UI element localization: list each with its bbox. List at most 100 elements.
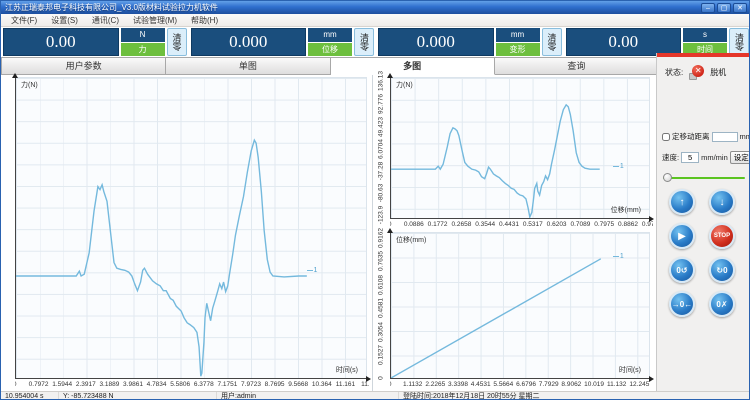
x-axis-label: 时间(s): [336, 365, 358, 375]
x-tick-label: 0.8862: [618, 221, 638, 228]
speed-input[interactable]: [681, 152, 699, 163]
maximize-button[interactable]: ▢: [717, 3, 731, 13]
x-tick-label: 10.364: [312, 381, 332, 388]
speed-unit: mm/min: [701, 153, 728, 162]
status-bar-item: 登陆时间:2018年12月18日 20时55分 星期二: [399, 392, 750, 400]
menu-item[interactable]: 帮助(H): [184, 15, 225, 26]
start-button[interactable]: ▶: [669, 223, 695, 249]
slider-track[interactable]: [663, 177, 745, 179]
fixed-distance-unit: mm: [740, 132, 750, 141]
x-axis-ticks: 00.08860.17720.26580.35440.44310.53170.6…: [390, 221, 653, 231]
force-display-group: 0.00 N 力 清零: [3, 28, 187, 56]
y-tick-label: 0.3054: [378, 322, 385, 342]
window-title: 江苏正瑞泰邦电子科技有限公司_V3.0版材料试验拉力机软件: [5, 2, 218, 13]
deformation-value: 0.000: [378, 28, 494, 56]
y-axis-ticks: 0.91620.76350.61080.45810.30540.15270: [373, 232, 389, 379]
status-bar-item: 10.954004 s: [1, 392, 59, 400]
status-label: 状态:: [665, 67, 683, 78]
x-tick-label: 6.3778: [194, 381, 214, 388]
window-titlebar[interactable]: 江苏正瑞泰邦电子科技有限公司_V3.0版材料试验拉力机软件 –▢✕: [1, 1, 750, 14]
y-tick-label: 0.7635: [378, 251, 385, 271]
fixed-distance-checkbox[interactable]: [662, 133, 670, 141]
speed-row: 速度: mm/min 设定: [662, 151, 750, 164]
x-tick-label: 2.3917: [76, 381, 96, 388]
force-clear-button[interactable]: 清零: [167, 28, 187, 56]
x-axis-label: 位移(mm): [611, 205, 641, 215]
tab-查询[interactable]: 查询: [495, 57, 659, 75]
x-tick-label: 0.6203: [547, 221, 567, 228]
fixed-distance-row: 定移动距离 mm: [662, 131, 750, 142]
x-tick-label: 8.7695: [265, 381, 285, 388]
displacement-unit: mm: [308, 28, 352, 42]
fixed-distance-label: 定移动距离: [672, 131, 710, 142]
y-tick-label: -37.28: [378, 162, 385, 180]
x-tick-label: 0.4431: [499, 221, 519, 228]
deformation-label: 变形: [496, 43, 540, 57]
x-tick-label: 0.5317: [523, 221, 543, 228]
force-value: 0.00: [3, 28, 119, 56]
speed-slider[interactable]: [663, 173, 745, 183]
x-tick-label: 3.3398: [448, 381, 468, 388]
fixed-distance-input[interactable]: [712, 132, 738, 142]
x-tick-label: 12.245: [629, 381, 649, 388]
y-tick-label: -123.9: [378, 206, 385, 224]
tab-bar: 用户参数单图多图查询: [1, 57, 659, 75]
close-button[interactable]: ✕: [733, 3, 747, 13]
y-tick-label: 0.6108: [378, 275, 385, 295]
zero-position-button[interactable]: →0←: [669, 291, 695, 317]
force-time-plot: 力(N) 时间(s) 1: [15, 77, 367, 379]
clear-calib-button[interactable]: 0✗: [709, 291, 735, 317]
status-bar: 10.954004 sY: -85.723488 N用户:admin登陆时间:2…: [1, 391, 750, 400]
x-tick-label: 0.7975: [594, 221, 614, 228]
x-tick-label: 1.5944: [52, 381, 72, 388]
jog-up-button[interactable]: ↑: [669, 189, 695, 215]
window-controls: –▢✕: [701, 3, 747, 13]
force-displacement-plot: 力(N) 位移(mm) 1: [390, 77, 650, 219]
connection-status-row: 状态: ✕ 脱机: [665, 65, 726, 80]
y-tick-label: -80.63: [378, 184, 385, 202]
time-unit: s: [683, 28, 727, 42]
y-tick-label: 6.0704: [378, 139, 385, 159]
time-clear-button[interactable]: 清零: [729, 28, 749, 56]
slider-thumb[interactable]: [663, 173, 672, 182]
x-tick-label: 11.161: [336, 381, 355, 388]
jog-down-button[interactable]: ↓: [709, 189, 735, 215]
curve-svg: [16, 78, 366, 378]
panel-accent-bar: [657, 53, 750, 57]
menu-item[interactable]: 通讯(C): [85, 15, 126, 26]
x-tick-label: 5.5664: [493, 381, 513, 388]
series-legend: 1: [307, 267, 318, 274]
y-tick-label: 0.1527: [378, 346, 385, 366]
x-tick-label: 4.7834: [147, 381, 167, 388]
x-tick-label: 0: [390, 221, 391, 228]
menu-bar: 文件(F)设置(S)通讯(C)试验管理(M)帮助(H): [1, 14, 750, 27]
tab-用户参数[interactable]: 用户参数: [1, 57, 166, 75]
set-speed-button[interactable]: 设定: [730, 151, 750, 164]
displacement-value: 0.000: [191, 28, 307, 56]
deformation-clear-button[interactable]: 清零: [542, 28, 562, 56]
curve-svg: [391, 233, 649, 378]
speed-label: 速度:: [662, 152, 679, 163]
tab-多图[interactable]: 多图: [331, 57, 495, 75]
x-tick-label: 3.9861: [123, 381, 143, 388]
x-tick-label: 0.7972: [29, 381, 49, 388]
menu-item[interactable]: 设置(S): [44, 15, 85, 26]
return-zero-button[interactable]: 0↺: [669, 257, 695, 283]
series-legend: 1: [613, 253, 624, 260]
menu-item[interactable]: 文件(F): [4, 15, 44, 26]
y-axis-label: 力(N): [396, 80, 413, 90]
x-tick-label: 8.9062: [561, 381, 581, 388]
x-tick-label: 7.1751: [217, 381, 237, 388]
multi-chart-panel: 136.1392.77649.4236.0704-37.28-80.63-123…: [373, 75, 657, 391]
cycle-button[interactable]: ↻0: [709, 257, 735, 283]
minimize-button[interactable]: –: [701, 3, 715, 13]
x-axis-ticks: 01.11322.22653.33984.45315.56646.67967.7…: [390, 381, 653, 391]
menu-item[interactable]: 试验管理(M): [126, 15, 184, 26]
displacement-clear-button[interactable]: 清零: [354, 28, 374, 56]
x-tick-label: 0.1772: [428, 221, 448, 228]
stop-button[interactable]: STOP: [709, 223, 735, 249]
tab-单图[interactable]: 单图: [166, 57, 330, 75]
x-axis-ticks: 00.79721.59442.39173.18893.98614.78345.5…: [15, 381, 369, 391]
curve-svg: [391, 78, 649, 218]
x-tick-label: 10.019: [584, 381, 604, 388]
